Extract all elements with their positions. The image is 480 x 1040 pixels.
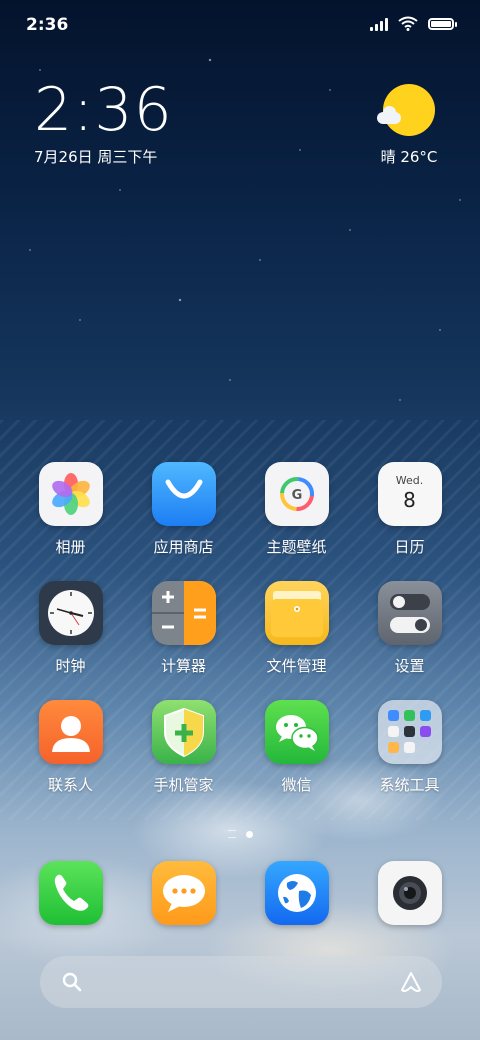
wifi-icon xyxy=(398,16,418,31)
page-indicator-menu xyxy=(227,830,236,838)
settings-icon xyxy=(377,581,442,645)
app-grid: 相册 应用商店 G 主题壁纸 Wed. 8 日历 时钟 计算器 文件管理 设置 … xyxy=(14,462,466,795)
app-label: 联系人 xyxy=(47,776,93,794)
battery-icon xyxy=(428,17,457,30)
clock-time: 2:36 xyxy=(34,75,173,145)
search-icon xyxy=(62,972,82,992)
security-icon xyxy=(151,700,216,764)
status-bar: 2:36 xyxy=(0,0,480,50)
page-indicator-active-dot xyxy=(245,830,253,838)
dock-browser[interactable] xyxy=(240,861,353,925)
app-settings[interactable]: 设置 xyxy=(353,581,466,676)
calendar-day: 8 xyxy=(403,488,416,512)
app-label: 手机管家 xyxy=(153,776,214,794)
app-file-manager[interactable]: 文件管理 xyxy=(240,581,353,676)
photos-icon xyxy=(38,462,103,526)
browser-icon xyxy=(264,861,329,925)
app-label: 日历 xyxy=(394,538,425,556)
app-calendar[interactable]: Wed. 8 日历 xyxy=(353,462,466,557)
app-security[interactable]: 手机管家 xyxy=(127,700,240,795)
search-bar[interactable] xyxy=(40,956,442,1008)
weather-widget[interactable]: 晴 26°C xyxy=(374,84,444,167)
themes-icon: G xyxy=(264,462,329,526)
app-label: 微信 xyxy=(281,776,312,794)
clock-date: 7月26日 周三下午 xyxy=(34,148,158,166)
status-time: 2:36 xyxy=(26,15,69,35)
phone-icon xyxy=(38,861,103,925)
app-store-icon xyxy=(151,462,216,526)
app-contacts[interactable]: 联系人 xyxy=(14,700,127,795)
calendar-weekday: Wed. xyxy=(395,474,424,487)
messages-icon xyxy=(151,861,216,925)
app-photos[interactable]: 相册 xyxy=(14,462,127,557)
app-label: 计算器 xyxy=(160,657,206,675)
calendar-icon: Wed. 8 xyxy=(377,462,442,526)
app-calculator[interactable]: 计算器 xyxy=(127,581,240,676)
page-indicator[interactable] xyxy=(0,830,480,838)
app-label: 相册 xyxy=(55,538,86,556)
dock xyxy=(14,861,466,925)
weather-text: 晴 26°C xyxy=(380,148,438,166)
file-manager-icon xyxy=(264,581,329,645)
contacts-icon xyxy=(38,700,103,764)
app-label: 系统工具 xyxy=(379,776,440,794)
clock-widget[interactable]: 2:36 7月26日 周三下午 xyxy=(34,78,173,167)
svg-text:G: G xyxy=(291,488,302,503)
sunny-partly-cloudy-icon xyxy=(377,84,435,136)
app-folder-system-tools[interactable]: 系统工具 xyxy=(353,700,466,795)
camera-icon xyxy=(377,861,442,925)
app-clock[interactable]: 时钟 xyxy=(14,581,127,676)
app-wechat[interactable]: 微信 xyxy=(240,700,353,795)
status-icons xyxy=(370,16,457,31)
calculator-icon xyxy=(151,581,216,645)
app-label: 设置 xyxy=(394,657,425,675)
dock-messages[interactable] xyxy=(127,861,240,925)
clock-icon xyxy=(38,581,103,645)
app-label: 应用商店 xyxy=(153,538,214,556)
app-label: 时钟 xyxy=(55,657,86,675)
app-store[interactable]: 应用商店 xyxy=(127,462,240,557)
dock-camera[interactable] xyxy=(353,861,466,925)
app-label: 文件管理 xyxy=(266,657,327,675)
assistant-icon[interactable] xyxy=(398,969,424,995)
dock-phone[interactable] xyxy=(14,861,127,925)
app-themes[interactable]: G 主题壁纸 xyxy=(240,462,353,557)
app-label: 主题壁纸 xyxy=(266,538,327,556)
folder-icon xyxy=(377,700,442,764)
signal-icon xyxy=(370,17,388,31)
wechat-icon xyxy=(264,700,329,764)
